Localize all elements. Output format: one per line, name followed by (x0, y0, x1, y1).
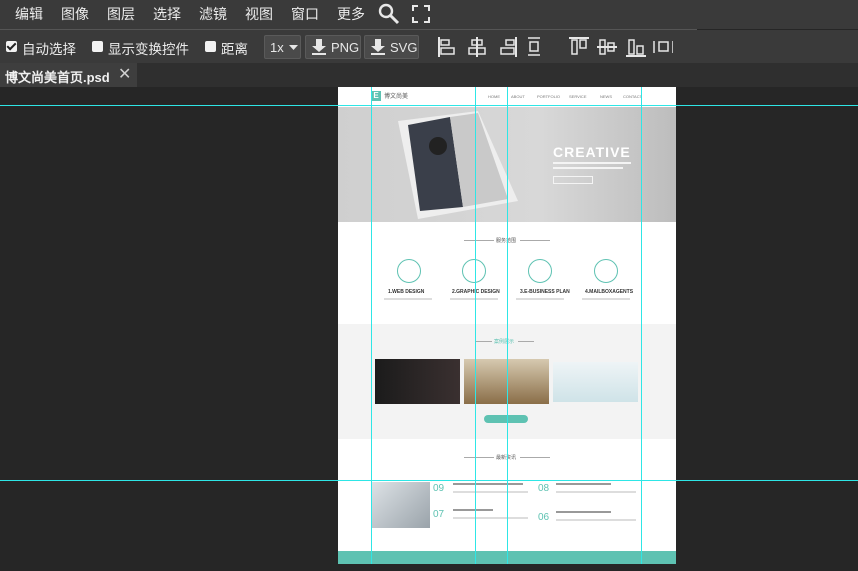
distance-checkbox[interactable] (205, 41, 216, 52)
menu-filter[interactable]: 滤镜 (199, 4, 227, 24)
cases-heading: 案例展示 (494, 339, 515, 345)
align-right-icon[interactable] (497, 37, 517, 57)
hero-subtitle (553, 162, 631, 164)
menu-edit[interactable]: 编辑 (15, 4, 43, 24)
design-nav-item: HOME (488, 94, 500, 99)
hero-title: CREATIVE (553, 144, 631, 160)
chevron-down-icon (289, 45, 298, 50)
guide-line-vertical[interactable] (371, 87, 372, 564)
service-icon (594, 259, 618, 283)
align-middle-v-icon[interactable] (597, 37, 617, 57)
more-cases-button (484, 415, 528, 423)
guide-line-vertical[interactable] (507, 87, 508, 564)
fullscreen-icon[interactable] (412, 5, 430, 23)
menu-window[interactable]: 窗口 (291, 4, 319, 24)
distance-label: 距离 (221, 42, 248, 57)
service-icon (528, 259, 552, 283)
magazine-image (398, 111, 518, 219)
menu-image[interactable]: 图像 (61, 4, 89, 24)
distribute-horizontal-icon[interactable] (653, 37, 673, 57)
show-transform-label: 显示变换控件 (108, 42, 189, 57)
zoom-value: 1x (270, 40, 284, 55)
document-tab-title: 博文尚美首页.psd (5, 70, 110, 85)
logo-text: 博文尚美 (384, 94, 409, 100)
show-transform-checkbox[interactable] (92, 41, 103, 52)
guide-line-horizontal[interactable] (0, 105, 858, 106)
auto-select-label: 自动选择 (22, 42, 76, 57)
services-heading: 服务范围 (496, 238, 517, 244)
hero-button (553, 176, 593, 184)
export-png-label: PNG (331, 40, 360, 55)
service-title: 4.MAILBOXAGENTS (585, 289, 634, 295)
design-nav-item: SERVICE (569, 94, 587, 99)
zoom-select[interactable]: 1x (264, 35, 301, 59)
news-date: 07 (433, 509, 445, 520)
service-icon (462, 259, 486, 283)
menu-layer[interactable]: 图层 (107, 4, 135, 24)
design-nav-item: CONTACT (623, 94, 643, 99)
case-image (553, 362, 638, 402)
align-center-h-icon[interactable] (467, 37, 487, 57)
menu-more[interactable]: 更多 (337, 4, 365, 24)
news-heading: 最新资讯 (496, 455, 517, 461)
service-icon (397, 259, 421, 283)
auto-select-checkbox[interactable] (6, 41, 17, 52)
download-icon (312, 39, 326, 55)
design-nav-item: NEWS (600, 94, 612, 99)
align-top-icon[interactable] (569, 37, 589, 57)
menu-select[interactable]: 选择 (153, 4, 181, 24)
hero-subtitle (553, 167, 623, 169)
align-left-icon[interactable] (438, 37, 458, 57)
export-svg-button[interactable]: SVG (364, 35, 419, 59)
news-date: 09 (433, 483, 445, 494)
service-title: 1.WEB DESIGN (388, 289, 425, 295)
service-title: 3.E-BUSINESS PLAN (520, 289, 570, 295)
menu-view[interactable]: 视图 (245, 4, 273, 24)
guide-line-vertical[interactable] (475, 87, 476, 564)
download-icon (371, 39, 385, 55)
guide-line-horizontal[interactable] (0, 480, 858, 481)
design-nav-item: ABOUT (511, 94, 525, 99)
search-icon[interactable] (378, 3, 400, 25)
case-image (375, 359, 460, 404)
options-toolbar: 自动选择 显示变换控件 距离 1x PNG SVG (0, 30, 858, 64)
logo-icon: E (371, 91, 381, 101)
guide-line-vertical[interactable] (641, 87, 642, 564)
document-tab[interactable]: 博文尚美首页.psd ✕ (0, 63, 137, 87)
close-icon[interactable]: ✕ (118, 64, 131, 84)
align-bottom-icon[interactable] (626, 37, 646, 57)
document-tab-bar: 博文尚美首页.psd ✕ (0, 63, 858, 87)
export-svg-label: SVG (390, 40, 418, 55)
export-png-button[interactable]: PNG (305, 35, 361, 59)
menu-bar: 编辑 图像 图层 选择 滤镜 视图 窗口 更多 (0, 0, 858, 29)
design-nav-item: PORTFOLIO (537, 94, 561, 99)
news-image (372, 482, 430, 528)
news-date: 08 (538, 483, 550, 494)
distribute-vertical-icon[interactable] (526, 37, 546, 57)
news-date: 06 (538, 512, 550, 523)
